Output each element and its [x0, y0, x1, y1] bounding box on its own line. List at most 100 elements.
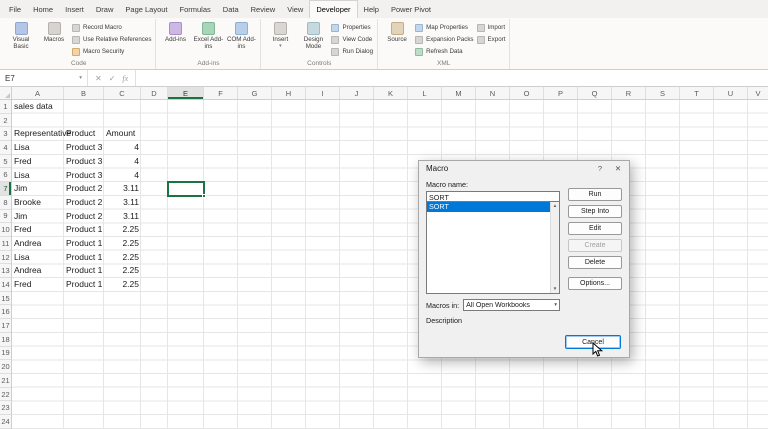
- cell-C11[interactable]: 2.25: [104, 237, 141, 251]
- name-box-chevron-icon[interactable]: ▾: [79, 75, 82, 81]
- column-header-U[interactable]: U: [714, 87, 748, 99]
- column-header-O[interactable]: O: [510, 87, 544, 99]
- use-relative-references-button[interactable]: Use Relative References: [72, 35, 151, 44]
- row-header-2[interactable]: 2: [0, 114, 11, 128]
- delete-button[interactable]: Delete: [568, 256, 622, 269]
- row-header-11[interactable]: 11: [0, 237, 11, 251]
- cell-C12[interactable]: 2.25: [104, 251, 141, 265]
- column-header-J[interactable]: J: [340, 87, 374, 99]
- column-header-L[interactable]: L: [408, 87, 442, 99]
- step-into-button[interactable]: Step Into: [568, 205, 622, 218]
- cell-A12[interactable]: Lisa: [12, 251, 64, 265]
- cell-B5[interactable]: Product 3: [64, 155, 104, 169]
- cell-A4[interactable]: Lisa: [12, 141, 64, 155]
- export-button[interactable]: Export: [476, 35, 505, 44]
- column-header-D[interactable]: D: [141, 87, 168, 99]
- column-header-G[interactable]: G: [238, 87, 272, 99]
- design-mode-button[interactable]: Design Mode: [298, 19, 328, 50]
- row-header-17[interactable]: 17: [0, 319, 11, 333]
- row-header-22[interactable]: 22: [0, 388, 11, 402]
- cell-grid[interactable]: sales data Representative Product Amount Lis…: [12, 100, 768, 429]
- cell-B12[interactable]: Product 1: [64, 251, 104, 265]
- map-properties-button[interactable]: Map Properties: [415, 23, 473, 32]
- edit-button[interactable]: Edit: [568, 222, 622, 235]
- source-button[interactable]: Source: [382, 19, 412, 43]
- row-header-8[interactable]: 8: [0, 196, 11, 210]
- import-button[interactable]: Import: [476, 23, 506, 32]
- macros-in-dropdown[interactable]: All Open Workbooks ▾: [463, 299, 560, 311]
- row-header-5[interactable]: 5: [0, 155, 11, 169]
- cancel-button[interactable]: Cancel: [565, 335, 621, 349]
- cell-C5[interactable]: 4: [104, 155, 141, 169]
- cell-A6[interactable]: Lisa: [12, 169, 64, 183]
- row-header-9[interactable]: 9: [0, 210, 11, 224]
- column-header-F[interactable]: F: [204, 87, 238, 99]
- row-header-10[interactable]: 10: [0, 223, 11, 237]
- excel-addins-button[interactable]: Excel Add-ins: [193, 19, 223, 50]
- column-header-N[interactable]: N: [476, 87, 510, 99]
- column-header-H[interactable]: H: [272, 87, 306, 99]
- cell-C10[interactable]: 2.25: [104, 223, 141, 237]
- tab-page-layout[interactable]: Page Layout: [119, 0, 173, 18]
- tab-review[interactable]: Review: [245, 0, 282, 18]
- column-header-S[interactable]: S: [646, 87, 680, 99]
- cell-C13[interactable]: 2.25: [104, 264, 141, 278]
- cell-A13[interactable]: Andrea: [12, 264, 64, 278]
- com-addins-button[interactable]: COM Add-ins: [226, 19, 256, 50]
- addins-button[interactable]: Add-ins: [160, 19, 190, 43]
- tab-file[interactable]: File: [3, 0, 27, 18]
- cell-C9[interactable]: 3.11: [104, 210, 141, 224]
- cell-A9[interactable]: Jim: [12, 210, 64, 224]
- cell-C7[interactable]: 3.11: [104, 182, 141, 196]
- cell-B9[interactable]: Product 2: [64, 210, 104, 224]
- row-header-14[interactable]: 14: [0, 278, 11, 292]
- row-header-23[interactable]: 23: [0, 401, 11, 416]
- tab-developer[interactable]: Developer: [309, 0, 358, 18]
- cell-B14[interactable]: Product 1: [64, 278, 104, 292]
- macros-button[interactable]: Macros: [39, 19, 69, 43]
- column-header-C[interactable]: C: [104, 87, 141, 99]
- run-dialog-button[interactable]: Run Dialog: [331, 47, 373, 56]
- cell-A1[interactable]: sales data: [12, 100, 64, 114]
- list-scrollbar[interactable]: ▲ ▼: [550, 202, 559, 293]
- column-header-K[interactable]: K: [374, 87, 408, 99]
- tab-data[interactable]: Data: [217, 0, 245, 18]
- cell-B7[interactable]: Product 2: [64, 182, 104, 196]
- row-header-18[interactable]: 18: [0, 333, 11, 347]
- row-header-7[interactable]: 7: [0, 182, 11, 196]
- insert-control-button[interactable]: Insert ▾: [265, 19, 295, 49]
- view-code-button[interactable]: View Code: [331, 35, 373, 44]
- row-header-19[interactable]: 19: [0, 347, 11, 361]
- cancel-entry-icon[interactable]: ✕: [95, 74, 102, 83]
- row-header-3[interactable]: 3: [0, 127, 11, 142]
- cell-B6[interactable]: Product 3: [64, 169, 104, 183]
- cell-C4[interactable]: 4: [104, 141, 141, 155]
- column-header-A[interactable]: A: [12, 87, 64, 99]
- column-header-T[interactable]: T: [680, 87, 714, 99]
- close-icon[interactable]: ✕: [609, 161, 627, 176]
- row-header-13[interactable]: 13: [0, 264, 11, 279]
- cell-B10[interactable]: Product 1: [64, 223, 104, 237]
- properties-button[interactable]: Properties: [331, 23, 373, 32]
- cell-B8[interactable]: Product 2: [64, 196, 104, 210]
- tab-draw[interactable]: Draw: [90, 0, 120, 18]
- insert-function-icon[interactable]: fx: [122, 74, 128, 83]
- tab-insert[interactable]: Insert: [59, 0, 90, 18]
- column-header-R[interactable]: R: [612, 87, 646, 99]
- row-header-24[interactable]: 24: [0, 415, 11, 429]
- cell-B13[interactable]: Product 1: [64, 264, 104, 278]
- scroll-down-icon[interactable]: ▼: [553, 285, 557, 293]
- cell-B3[interactable]: Product: [64, 127, 104, 141]
- cell-B11[interactable]: Product 1: [64, 237, 104, 251]
- row-header-20[interactable]: 20: [0, 360, 11, 374]
- cell-C14[interactable]: 2.25: [104, 278, 141, 292]
- column-header-P[interactable]: P: [544, 87, 578, 99]
- column-header-M[interactable]: M: [442, 87, 476, 99]
- tab-formulas[interactable]: Formulas: [174, 0, 217, 18]
- fill-handle[interactable]: [202, 193, 206, 198]
- cell-A11[interactable]: Andrea: [12, 237, 64, 251]
- cell-A14[interactable]: Fred: [12, 278, 64, 292]
- scroll-up-icon[interactable]: ▲: [553, 202, 557, 210]
- row-header-12[interactable]: 12: [0, 251, 11, 265]
- help-icon[interactable]: ?: [591, 161, 609, 176]
